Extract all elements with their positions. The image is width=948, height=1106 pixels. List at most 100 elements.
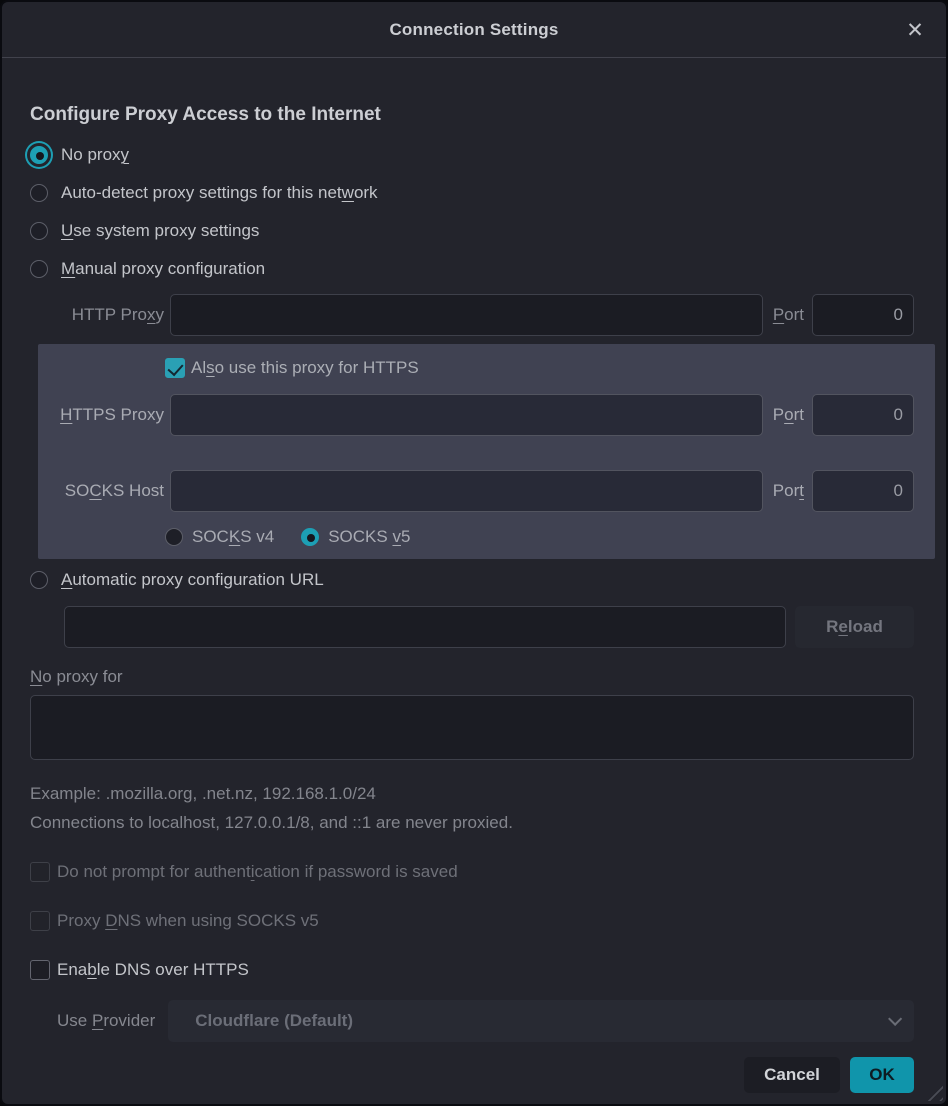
also-https-checkbox[interactable]: [165, 358, 185, 378]
socks-version-row: SOCKS v4 SOCKS v5: [165, 525, 914, 549]
no-proxy-for-textarea[interactable]: [30, 695, 914, 760]
socks-v4-label: SOCKS v4: [192, 527, 274, 547]
http-port-label: Port: [773, 305, 804, 325]
label-text: Ena: [57, 960, 87, 979]
socks-port-input[interactable]: [812, 470, 914, 512]
http-proxy-row: HTTP Proxy Port: [30, 292, 914, 338]
access-key: N: [30, 667, 42, 686]
auto-detect-radio[interactable]: [30, 184, 48, 202]
label-text: SO: [65, 481, 90, 500]
access-key: U: [61, 221, 73, 240]
http-proxy-input[interactable]: [170, 294, 763, 336]
dialog-title: Connection Settings: [389, 20, 558, 40]
access-key: y: [121, 145, 130, 164]
radio-row-auto-url[interactable]: Automatic proxy configuration URL: [30, 567, 914, 593]
label-text: SOCKS: [328, 527, 392, 546]
label-text: rovider: [103, 1011, 155, 1030]
close-icon[interactable]: ✕: [900, 16, 930, 46]
label-text: Auto-detect proxy settings for this net: [61, 183, 342, 202]
reload-button[interactable]: Reload: [795, 606, 914, 648]
radio-row-manual-proxy[interactable]: Manual proxy configuration: [30, 250, 914, 288]
access-key: t: [799, 481, 804, 500]
titlebar: Connection Settings ✕: [2, 2, 946, 58]
access-key: x: [147, 305, 156, 324]
label-text: rt: [794, 405, 804, 424]
auto-url-label: Automatic proxy configuration URL: [61, 570, 324, 590]
https-proxy-input[interactable]: [170, 394, 763, 436]
no-proxy-label: No proxy: [61, 145, 129, 165]
https-port-input[interactable]: [812, 394, 914, 436]
socks-host-row: SOCKS Host Port: [38, 470, 914, 512]
no-proxy-example-text: Example: .mozilla.org, .net.nz, 192.168.…: [30, 784, 914, 804]
access-key: M: [61, 259, 75, 278]
access-key: b: [87, 960, 96, 979]
connection-settings-dialog: Connection Settings ✕ Configure Proxy Ac…: [0, 0, 948, 1106]
access-key: K: [229, 527, 240, 546]
socks-v4-radio[interactable]: [165, 528, 183, 546]
label-text: o proxy for: [42, 667, 122, 686]
cancel-button[interactable]: Cancel: [744, 1057, 840, 1093]
label-text: Do not prompt for authent: [57, 862, 251, 881]
access-key: A: [61, 570, 72, 589]
label-text: No prox: [61, 145, 121, 164]
access-key: P: [773, 305, 784, 324]
access-key: D: [105, 911, 117, 930]
access-key: w: [342, 183, 354, 202]
label-text: TTPS Proxy: [72, 405, 164, 424]
label-text: R: [826, 617, 838, 636]
socks-v5-radio[interactable]: [301, 528, 319, 546]
label-text: S v4: [240, 527, 274, 546]
label-text: y: [156, 305, 165, 324]
label-text: le DNS over HTTPS: [97, 960, 249, 979]
system-proxy-radio[interactable]: [30, 222, 48, 240]
auto-url-radio[interactable]: [30, 571, 48, 589]
manual-proxy-radio[interactable]: [30, 260, 48, 278]
https-socks-band: Also use this proxy for HTTPS HTTPS Prox…: [38, 344, 935, 559]
dialog-footer: Cancel OK: [30, 1057, 914, 1093]
label-text: se system proxy settings: [73, 221, 259, 240]
label-text: Use: [57, 1011, 92, 1030]
provider-row: Use Provider Cloudflare (Default): [30, 1000, 914, 1042]
manual-proxy-label: Manual proxy configuration: [61, 259, 265, 279]
no-proxy-for-label: No proxy for: [30, 667, 914, 687]
page-title: Configure Proxy Access to the Internet: [30, 104, 914, 126]
access-key: v: [392, 527, 401, 546]
also-https-row[interactable]: Also use this proxy for HTTPS: [165, 355, 914, 381]
no-prompt-auth-checkbox[interactable]: [30, 862, 50, 882]
provider-dropdown[interactable]: Cloudflare (Default): [168, 1000, 914, 1042]
label-text: NS when using SOCKS v5: [117, 911, 318, 930]
doh-checkbox[interactable]: [30, 960, 50, 980]
http-proxy-label: HTTP Proxy: [30, 305, 164, 325]
label-text: anual proxy configuration: [75, 259, 265, 278]
label-text: KS Host: [102, 481, 164, 500]
doh-row[interactable]: Enable DNS over HTTPS: [30, 958, 914, 982]
auto-detect-label: Auto-detect proxy settings for this netw…: [61, 183, 378, 203]
access-key: e: [838, 617, 847, 636]
proxy-dns-checkbox[interactable]: [30, 911, 50, 931]
radio-row-no-proxy[interactable]: No proxy: [30, 136, 914, 174]
label-text: load: [848, 617, 883, 636]
label-text: P: [773, 405, 784, 424]
http-port-input[interactable]: [812, 294, 914, 336]
access-key: o: [784, 405, 793, 424]
label-text: o use this proxy for HTTPS: [215, 358, 419, 377]
socks-host-label: SOCKS Host: [38, 481, 164, 501]
label-text: cation if password is saved: [255, 862, 458, 881]
also-https-label: Also use this proxy for HTTPS: [191, 358, 419, 378]
proxy-dns-row: Proxy DNS when using SOCKS v5: [30, 909, 914, 933]
access-key: s: [206, 358, 215, 377]
https-proxy-label: HTTPS Proxy: [38, 405, 164, 425]
socks-host-input[interactable]: [170, 470, 763, 512]
dialog-content: Configure Proxy Access to the Internet N…: [2, 104, 946, 338]
access-key: P: [92, 1011, 103, 1030]
dialog-content-lower: Automatic proxy configuration URL Reload…: [2, 567, 946, 1093]
no-proxy-radio[interactable]: [30, 146, 48, 164]
label-text: ork: [354, 183, 378, 202]
ok-button[interactable]: OK: [850, 1057, 914, 1093]
auto-url-input[interactable]: [64, 606, 786, 648]
proxy-dns-label: Proxy DNS when using SOCKS v5: [57, 911, 319, 931]
socks-v5-label: SOCKS v5: [328, 527, 410, 547]
label-text: utomatic proxy configuration URL: [72, 570, 323, 589]
radio-row-auto-detect[interactable]: Auto-detect proxy settings for this netw…: [30, 174, 914, 212]
radio-row-system-proxy[interactable]: Use system proxy settings: [30, 212, 914, 250]
